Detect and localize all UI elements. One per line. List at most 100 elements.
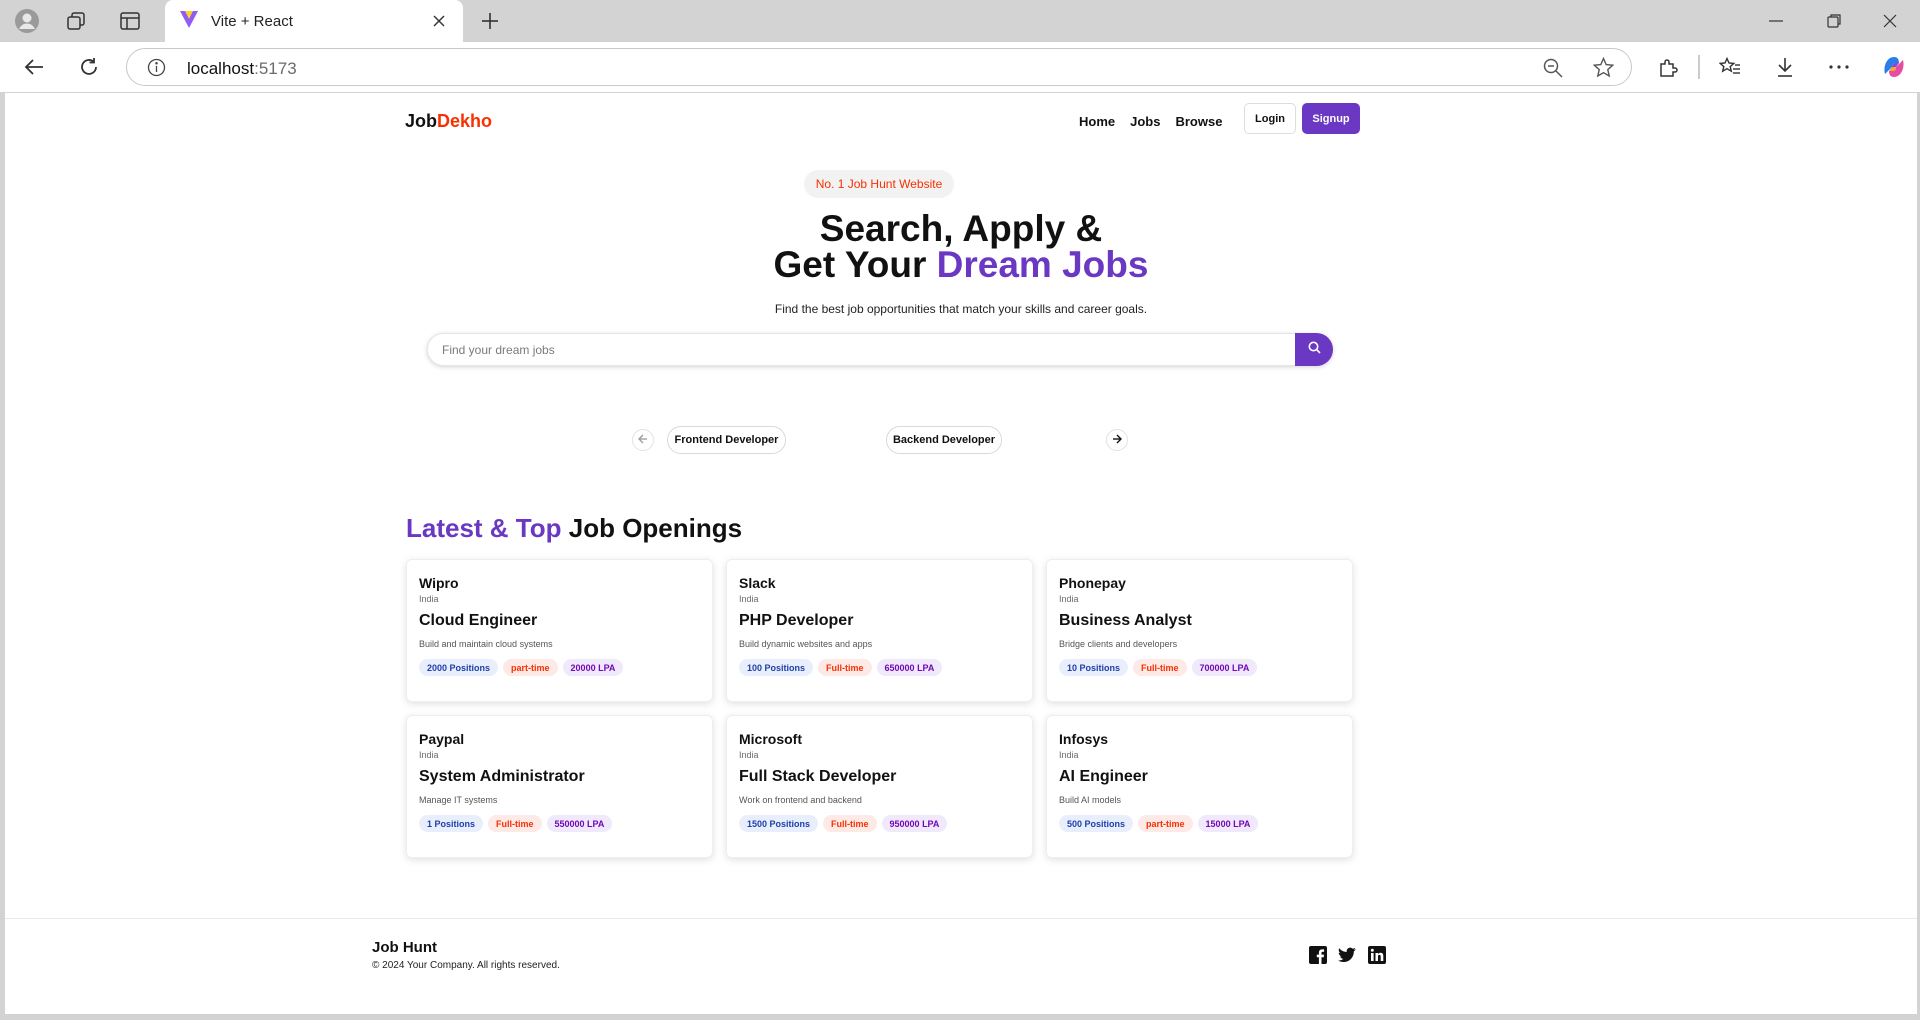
hero-title: Search, Apply & Get Your Dream Jobs [5,208,1917,285]
salary-badge: 15000 LPA [1197,815,1259,832]
zoom-out-icon[interactable] [1543,58,1563,83]
hero-title-line-1: Search, Apply & [819,208,1103,249]
profile-icon[interactable] [12,7,42,35]
refresh-icon[interactable] [77,55,101,79]
back-icon[interactable] [22,55,46,79]
close-tab-icon[interactable] [429,11,449,31]
section-title-rest: Job Openings [561,513,743,543]
job-description: Work on frontend and backend [739,795,862,805]
job-badges: 1 Positions Full-time 550000 LPA [419,815,700,832]
url-port: :5173 [254,59,297,78]
job-company: Paypal [419,731,465,747]
downloads-icon[interactable] [1773,55,1797,79]
job-card[interactable]: Phonepay India Business Analyst Bridge clie… [1046,559,1353,702]
job-location: India [1059,750,1079,760]
job-location: India [1059,594,1079,604]
job-company: Wipro [419,575,459,591]
close-window-icon[interactable] [1878,9,1902,33]
hero-title-line-2: Get Your Dream Jobs [5,244,1917,285]
job-description: Manage IT systems [419,795,498,805]
job-card[interactable]: Paypal India System Administrator Manage IT… [406,715,713,858]
arrow-right-icon [1112,431,1122,449]
arrow-left-icon [638,431,648,449]
salary-badge: 20000 LPA [562,659,624,676]
job-title: Business Analyst [1059,612,1192,629]
copilot-icon[interactable] [1880,53,1908,81]
salary-badge: 650000 LPA [876,659,943,676]
job-badges: 10 Positions Full-time 700000 LPA [1059,659,1340,676]
navbar: JobDekho Home Jobs Browse Login Signup [405,103,1360,139]
hero-title-accent: Dream Jobs [936,244,1149,285]
job-location: India [739,750,759,760]
job-description: Build AI models [1059,795,1122,805]
job-title: AI Engineer [1059,768,1148,785]
favorite-star-icon[interactable] [1592,56,1615,83]
job-type-badge: Full-time [1133,659,1187,676]
job-location: India [419,594,439,604]
logo-main: Job [405,110,438,131]
new-tab-icon[interactable] [478,9,502,33]
job-company: Slack [739,575,776,591]
signup-button[interactable]: Signup [1302,103,1360,134]
hero-subtitle: Find the best job opportunities that mat… [774,302,1148,316]
positions-badge: 1 Positions [419,815,484,832]
url-host: localhost [187,59,255,78]
nav-link-home[interactable]: Home [1079,114,1115,129]
salary-badge: 700000 LPA [1191,659,1258,676]
more-menu-icon[interactable] [1827,55,1851,79]
job-card[interactable]: Microsoft India Full Stack Developer Work o… [726,715,1033,858]
job-badges: 2000 Positions part-time 20000 LPA [419,659,700,676]
job-description: Build and maintain cloud systems [419,639,553,649]
positions-badge: 2000 Positions [419,659,499,676]
toolbar-divider [1698,55,1700,79]
section-title: Latest & Top Job Openings [406,513,742,544]
salary-badge: 550000 LPA [546,815,613,832]
job-card[interactable]: Infosys India AI Engineer Build AI models 50… [1046,715,1353,858]
nav-link-browse[interactable]: Browse [1175,114,1222,129]
page-viewport: JobDekho Home Jobs Browse Login Signup N… [5,93,1917,1014]
job-description: Build dynamic websites and apps [739,639,873,649]
address-bar[interactable]: localhost:5173 [126,48,1632,86]
collections-icon[interactable] [64,9,88,33]
section-title-accent: Latest & Top [406,513,562,543]
job-badges: 100 Positions Full-time 650000 LPA [739,659,1020,676]
job-card[interactable]: Wipro India Cloud Engineer Build and mainta… [406,559,713,702]
job-type-badge: part-time [1138,815,1193,832]
browser-tab-active[interactable]: Vite + React [165,0,463,42]
carousel-prev-button[interactable] [632,429,654,451]
twitter-icon[interactable] [1338,946,1356,964]
nav-link-jobs[interactable]: Jobs [1130,114,1160,129]
job-company: Infosys [1059,731,1109,747]
job-card[interactable]: Slack India PHP Developer Build dynamic web… [726,559,1033,702]
search-input[interactable] [428,334,1290,365]
search-icon [1308,341,1321,359]
job-type-badge: Full-time [823,815,877,832]
carousel-next-button[interactable] [1106,429,1128,451]
url-text: localhost:5173 [187,59,297,79]
footer-title: Job Hunt [372,939,437,956]
job-description: Bridge clients and developers [1059,639,1178,649]
salary-badge: 950000 LPA [881,815,948,832]
extensions-icon[interactable] [1656,55,1680,79]
category-pill-frontend[interactable]: Frontend Developer [667,426,786,454]
tab-title: Vite + React [211,12,293,30]
job-title: Full Stack Developer [739,768,897,785]
minimize-icon[interactable] [1764,9,1788,33]
footer: Job Hunt © 2024 Your Company. All rights… [5,918,1917,1014]
favorites-icon[interactable] [1718,55,1742,79]
job-company: Phonepay [1059,575,1126,591]
facebook-icon[interactable] [1309,946,1327,964]
tab-actions-icon[interactable] [118,9,142,33]
login-button[interactable]: Login [1244,103,1296,134]
job-type-badge: part-time [503,659,558,676]
job-company: Microsoft [739,731,802,747]
search-button[interactable] [1295,333,1333,366]
site-logo[interactable]: JobDekho [405,111,492,132]
vite-logo-icon [179,9,199,34]
browser-toolbar: localhost:5173 [0,42,1920,92]
category-pill-backend[interactable]: Backend Developer [886,426,1002,454]
job-type-badge: Full-time [488,815,542,832]
restore-icon[interactable] [1822,9,1846,33]
site-info-icon[interactable] [147,58,166,82]
linkedin-icon[interactable] [1368,946,1386,964]
